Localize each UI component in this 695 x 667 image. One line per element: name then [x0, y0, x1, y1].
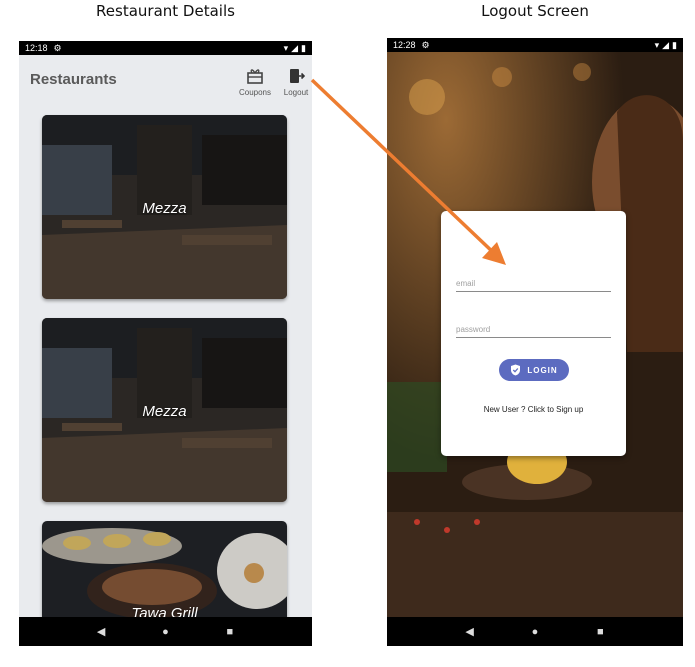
- signal-icon: ◢: [662, 39, 670, 50]
- login-button[interactable]: LOGIN: [499, 359, 569, 381]
- coupons-button[interactable]: Coupons: [235, 67, 275, 97]
- login-screen: 12:28 ⚙ ▾ ◢ ▮ LOGIN New User ? Click to …: [387, 38, 683, 646]
- logout-icon: [290, 69, 305, 83]
- restaurant-name: Mezza: [142, 200, 187, 217]
- logout-button[interactable]: Logout: [276, 67, 312, 97]
- home-icon[interactable]: ●: [155, 622, 175, 642]
- restaurant-card[interactable]: Mezza: [42, 115, 287, 299]
- status-bar: 12:18 ⚙ ▾ ◢ ▮: [19, 41, 312, 55]
- signup-link[interactable]: New User ? Click to Sign up: [441, 405, 626, 414]
- android-nav-bar: ◀ ● ■: [387, 617, 683, 646]
- settings-status-icon: ⚙: [53, 42, 62, 53]
- page-title: Restaurants: [30, 71, 117, 88]
- status-bar: 12:28 ⚙ ▾ ◢ ▮: [387, 38, 683, 52]
- password-field[interactable]: [456, 322, 611, 338]
- shield-check-icon: [511, 364, 521, 376]
- login-label: LOGIN: [527, 365, 558, 375]
- battery-icon: ▮: [672, 39, 677, 50]
- restaurant-card[interactable]: Tawa Grill: [42, 521, 287, 631]
- battery-icon: ▮: [301, 42, 306, 53]
- coupons-label: Coupons: [238, 88, 272, 97]
- restaurant-card[interactable]: Mezza: [42, 318, 287, 502]
- recents-icon[interactable]: ■: [590, 622, 610, 642]
- android-nav-bar: ◀ ● ■: [19, 617, 312, 646]
- restaurant-name: Mezza: [142, 403, 187, 420]
- recents-icon[interactable]: ■: [220, 622, 240, 642]
- status-time: 12:18: [25, 43, 48, 53]
- email-field[interactable]: [456, 276, 611, 292]
- coupon-icon: [247, 69, 263, 84]
- home-icon[interactable]: ●: [525, 622, 545, 642]
- back-icon[interactable]: ◀: [91, 622, 111, 642]
- restaurants-screen: 12:18 ⚙ ▾ ◢ ▮ Restaurants Coupons Logout: [19, 41, 312, 646]
- back-icon[interactable]: ◀: [460, 622, 480, 642]
- wifi-icon: ▾: [654, 39, 660, 50]
- logout-label: Logout: [283, 88, 309, 97]
- left-caption: Restaurant Details: [96, 2, 235, 20]
- login-card: LOGIN New User ? Click to Sign up: [441, 211, 626, 456]
- settings-status-icon: ⚙: [421, 39, 430, 50]
- status-time: 12:28: [393, 40, 416, 50]
- wifi-icon: ▾: [283, 42, 289, 53]
- signal-icon: ◢: [291, 42, 299, 53]
- right-caption: Logout Screen: [481, 2, 589, 20]
